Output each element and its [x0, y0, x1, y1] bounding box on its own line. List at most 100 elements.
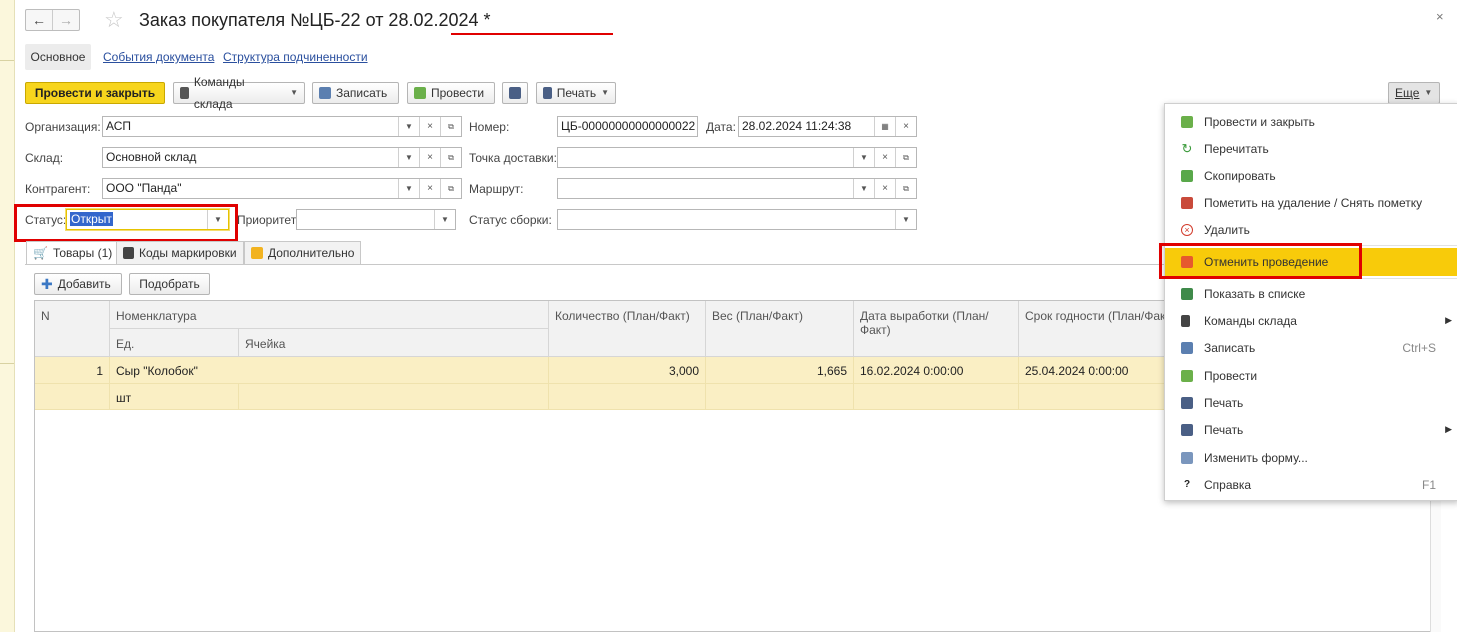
- cell-cell[interactable]: [239, 384, 549, 410]
- mark-delete-icon: [1181, 196, 1193, 209]
- more-button[interactable]: Еще ▼: [1388, 82, 1440, 104]
- menu-item-mark-delete[interactable]: Пометить на удаление / Снять пометку: [1165, 189, 1457, 216]
- menu-item-post-close[interactable]: Провести и закрыть: [1165, 108, 1457, 135]
- tab-marking-codes[interactable]: Коды маркировки: [116, 241, 244, 264]
- chevron-down-icon: ▼: [601, 88, 609, 97]
- plus-icon: ✚: [41, 276, 53, 292]
- delete-icon: ×: [1181, 223, 1193, 236]
- col-header-weight[interactable]: Вес (План/Факт): [706, 301, 854, 357]
- qr-code-icon: [123, 247, 134, 259]
- chevron-down-icon: ▼: [1424, 88, 1433, 97]
- calendar-icon[interactable]: ▦: [874, 117, 895, 136]
- menu-item-change-form[interactable]: Изменить форму...: [1165, 444, 1457, 471]
- cell-n[interactable]: 1: [35, 357, 110, 384]
- chevron-down-icon[interactable]: ▼: [853, 179, 874, 198]
- clear-icon[interactable]: ×: [419, 148, 440, 167]
- col-header-cell[interactable]: Ячейка: [239, 329, 549, 357]
- menu-item-print[interactable]: Печать: [1165, 389, 1457, 416]
- cell-qty[interactable]: 3,000: [549, 357, 706, 384]
- col-header-unit[interactable]: Ед.: [110, 329, 239, 357]
- tab-goods[interactable]: 🛒 Товары (1): [26, 241, 120, 265]
- print-quick-button[interactable]: [502, 82, 528, 104]
- assembly-status-label: Статус сборки:: [469, 213, 552, 227]
- post-and-close-button[interactable]: Провести и закрыть: [25, 82, 165, 104]
- pick-button[interactable]: Подобрать: [129, 273, 210, 295]
- favorite-star-icon[interactable]: ☆: [104, 7, 124, 33]
- cell-expiry[interactable]: 25.04.2024 0:00:00: [1019, 357, 1165, 384]
- add-button[interactable]: ✚ Добавить: [34, 273, 122, 295]
- col-header-prod-date[interactable]: Дата выработки (План/Факт): [854, 301, 1019, 357]
- clear-icon[interactable]: ×: [419, 179, 440, 198]
- warehouse-commands-button[interactable]: Команды склада ▼: [173, 75, 305, 111]
- help-icon: ?: [1183, 478, 1191, 490]
- col-header-qty[interactable]: Количество (План/Факт): [549, 301, 706, 357]
- status-field[interactable]: Открыт ▼: [66, 209, 229, 230]
- clear-icon[interactable]: ×: [419, 117, 440, 136]
- open-icon[interactable]: ⧉: [895, 179, 916, 198]
- date-field[interactable]: 28.02.2024 11:24:38 ▦ ×: [738, 116, 917, 137]
- priority-label: Приоритет:: [237, 213, 300, 227]
- warehouse-field[interactable]: Основной склад ▼ × ⧉: [102, 147, 462, 168]
- left-panel-strip: [0, 0, 15, 632]
- tab-subordination[interactable]: Структура подчиненности: [223, 44, 368, 70]
- open-icon[interactable]: ⧉: [440, 148, 461, 167]
- title-text: Заказ покупателя №ЦБ-22 от 28.02.2024: [139, 10, 479, 30]
- save-label: Записать: [336, 86, 388, 100]
- close-icon[interactable]: ×: [1436, 9, 1444, 24]
- menu-item-help[interactable]: ? Справка F1: [1165, 471, 1457, 498]
- tab-document-events[interactable]: События документа: [103, 44, 214, 70]
- tab-main[interactable]: Основное: [25, 44, 91, 70]
- chevron-down-icon[interactable]: ▼: [398, 117, 419, 136]
- menu-item-reload[interactable]: ↻ Перечитать: [1165, 135, 1457, 162]
- menu-item-copy[interactable]: Скопировать: [1165, 162, 1457, 189]
- col-header-n[interactable]: N: [35, 301, 110, 357]
- post-button[interactable]: Провести: [407, 82, 495, 104]
- route-field[interactable]: ▼ × ⧉: [557, 178, 917, 199]
- number-label: Номер:: [469, 120, 510, 134]
- chevron-down-icon[interactable]: ▼: [853, 148, 874, 167]
- open-icon[interactable]: ⧉: [440, 117, 461, 136]
- cell-unit[interactable]: шт: [110, 384, 239, 410]
- chevron-down-icon[interactable]: ▼: [398, 148, 419, 167]
- contractor-field[interactable]: ООО "Панда" ▼ × ⧉: [102, 178, 462, 199]
- number-field[interactable]: ЦБ-00000000000000022: [557, 116, 698, 137]
- clear-icon[interactable]: ×: [874, 179, 895, 198]
- clear-icon[interactable]: ×: [874, 148, 895, 167]
- menu-item-post[interactable]: Провести: [1165, 362, 1457, 389]
- chevron-down-icon[interactable]: ▼: [895, 210, 916, 229]
- clear-icon[interactable]: ×: [895, 117, 916, 136]
- cell-nomenclature[interactable]: Сыр "Колобок": [110, 357, 549, 384]
- menu-item-delete[interactable]: × Удалить: [1165, 216, 1457, 243]
- print-icon: [1181, 396, 1193, 409]
- cell-empty: [706, 384, 854, 410]
- tab-additional[interactable]: Дополнительно: [244, 241, 362, 264]
- back-icon[interactable]: ←: [26, 10, 52, 30]
- cell-prod-date[interactable]: 16.02.2024 0:00:00: [854, 357, 1019, 384]
- col-header-nomenclature[interactable]: Номенклатура: [110, 301, 549, 329]
- menu-item-warehouse-commands[interactable]: Команды склада ▶: [1165, 307, 1457, 334]
- printer-icon: [509, 87, 521, 99]
- chevron-down-icon: ▼: [290, 88, 298, 97]
- delivery-point-field[interactable]: ▼ × ⧉: [557, 147, 917, 168]
- warehouse-icon: [1181, 314, 1190, 327]
- cell-empty: [854, 384, 1019, 410]
- col-header-expiry[interactable]: Срок годности (План/Факт): [1019, 301, 1165, 357]
- print-button[interactable]: Печать ▼: [536, 82, 616, 104]
- printer-icon: [543, 87, 552, 99]
- save-button[interactable]: Записать: [312, 82, 399, 104]
- open-icon[interactable]: ⧉: [440, 179, 461, 198]
- menu-item-print-submenu[interactable]: Печать ▶: [1165, 416, 1457, 443]
- menu-item-save[interactable]: Записать Ctrl+S: [1165, 334, 1457, 361]
- priority-field[interactable]: ▼: [296, 209, 456, 230]
- contractor-label: Контрагент:: [25, 182, 91, 196]
- forward-icon[interactable]: →: [52, 10, 79, 30]
- open-icon[interactable]: ⧉: [895, 148, 916, 167]
- chevron-down-icon[interactable]: ▼: [398, 179, 419, 198]
- chevron-down-icon[interactable]: ▼: [434, 210, 455, 229]
- save-icon: [319, 87, 331, 99]
- organization-field[interactable]: АСП ▼ × ⧉: [102, 116, 462, 137]
- cell-weight[interactable]: 1,665: [706, 357, 854, 384]
- chevron-down-icon[interactable]: ▼: [207, 210, 228, 229]
- assembly-status-field[interactable]: ▼: [557, 209, 917, 230]
- menu-item-show-in-list[interactable]: Показать в списке: [1165, 280, 1457, 307]
